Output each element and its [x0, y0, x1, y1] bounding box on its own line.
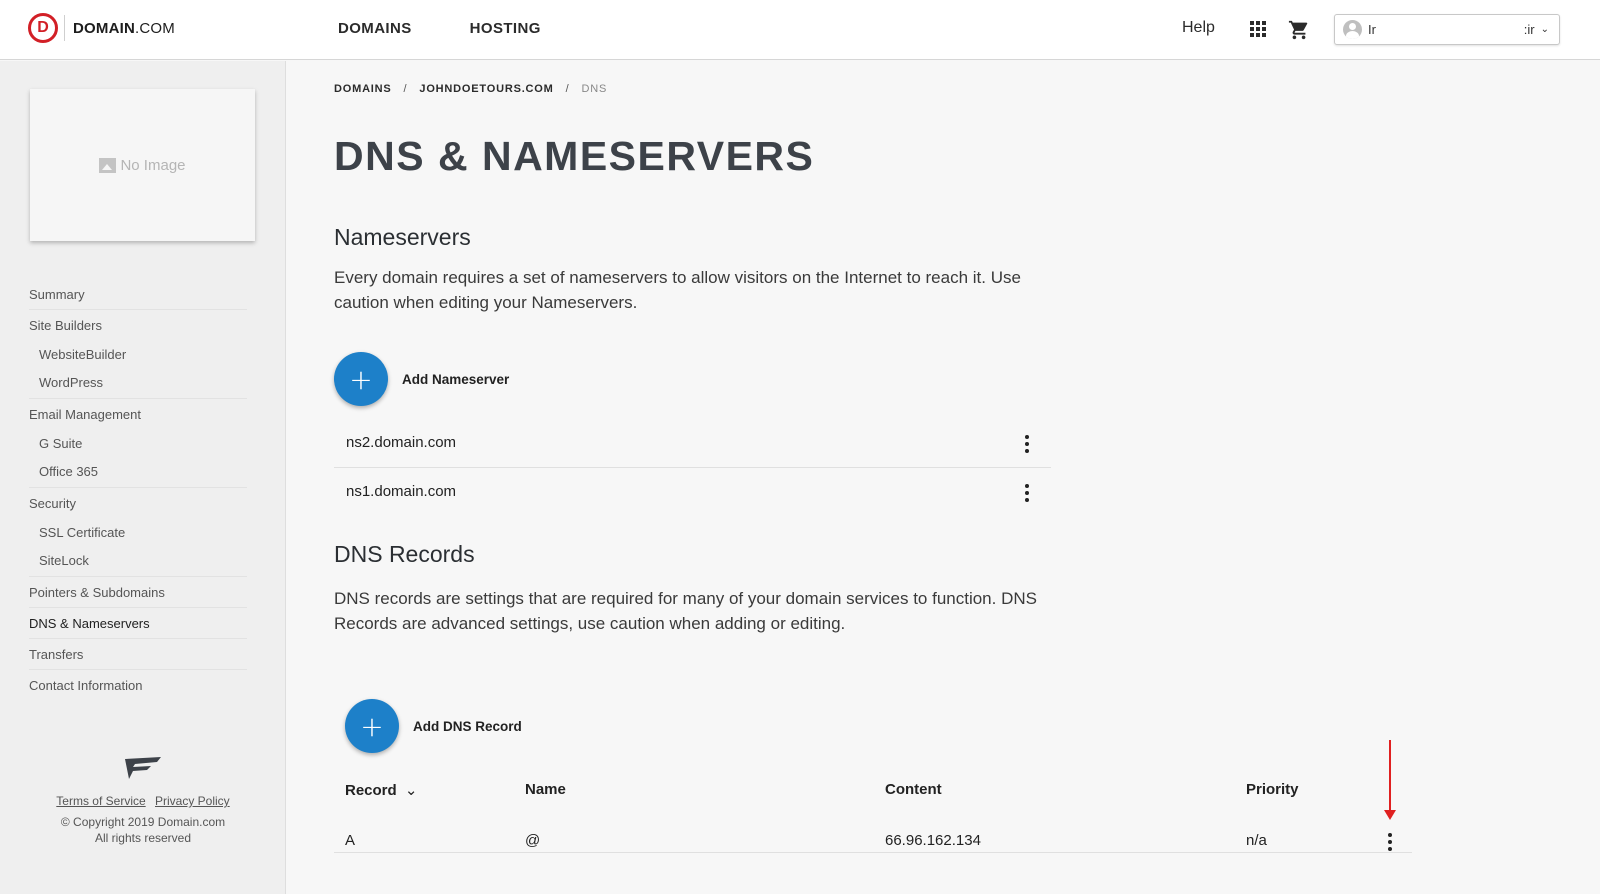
- rights-line: All rights reserved: [94, 831, 192, 845]
- logo-tld: .COM: [135, 19, 175, 37]
- column-header-record[interactable]: Record ⌄: [345, 781, 417, 799]
- account-name-suffix: :ir: [1523, 22, 1535, 37]
- dns-records-heading: DNS Records: [334, 541, 475, 567]
- add-dns-record-label: Add DNS Record: [413, 718, 522, 734]
- top-nav: DOMAINS HOSTING: [338, 20, 541, 37]
- domain-image-placeholder: No Image: [30, 89, 255, 241]
- nav-domains[interactable]: DOMAINS: [338, 20, 412, 37]
- logo-text: DOMAIN.COM: [73, 20, 175, 37]
- plus-icon: +: [334, 352, 388, 406]
- add-nameserver-button[interactable]: + Add Nameserver: [334, 352, 509, 406]
- sidebar-footer: Terms of Service Privacy Policy © Copyri…: [0, 755, 286, 846]
- add-dns-record-button[interactable]: + Add DNS Record: [345, 699, 522, 753]
- column-header-name: Name: [525, 781, 566, 798]
- help-link[interactable]: Help: [1182, 19, 1215, 37]
- sidebar-item-dns-nameservers[interactable]: DNS & Nameservers: [29, 608, 247, 639]
- logo-brand: DOMAIN: [73, 19, 136, 37]
- nameserver-row: ns1.domain.com: [334, 468, 1051, 517]
- breadcrumb: DOMAINS / JOHNDOETOURS.COM / DNS: [334, 83, 607, 95]
- logo-mark-icon: D: [28, 13, 58, 43]
- record-type: A: [345, 832, 356, 849]
- sort-chevron-icon: ⌄: [404, 782, 418, 799]
- nav-hosting[interactable]: HOSTING: [470, 20, 541, 37]
- sidebar-item-sitelock[interactable]: SiteLock: [29, 547, 247, 577]
- sidebar: No Image Summary Site Builders WebsiteBu…: [0, 61, 286, 894]
- plus-icon: +: [345, 699, 399, 753]
- sidebar-item-transfers[interactable]: Transfers: [29, 639, 247, 670]
- sidebar-item-wordpress[interactable]: WordPress: [29, 369, 247, 399]
- record-name: @: [525, 832, 541, 849]
- account-name: Ir: [1368, 22, 1376, 37]
- copyright-line: © Copyright 2019 Domain.com: [60, 815, 226, 829]
- avatar-icon: [1343, 20, 1362, 39]
- image-icon: [99, 157, 117, 173]
- domain-logo[interactable]: D DOMAIN.COM: [28, 13, 175, 43]
- more-options-icon[interactable]: [1024, 435, 1030, 453]
- privacy-link[interactable]: Privacy Policy: [155, 794, 230, 808]
- logo-divider: [64, 15, 65, 41]
- sidebar-item-security[interactable]: Security: [29, 488, 247, 519]
- breadcrumb-separator: /: [565, 83, 570, 95]
- sidebar-item-site-builders[interactable]: Site Builders: [29, 310, 247, 341]
- sidebar-item-ssl-certificate[interactable]: SSL Certificate: [29, 519, 247, 547]
- more-options-icon[interactable]: [1387, 833, 1393, 851]
- column-header-priority: Priority: [1246, 781, 1299, 798]
- add-nameserver-label: Add Nameserver: [402, 371, 510, 387]
- sidebar-item-websitebuilder[interactable]: WebsiteBuilder: [29, 341, 247, 369]
- apps-grid-icon[interactable]: [1250, 21, 1266, 37]
- breadcrumb-separator: /: [403, 83, 408, 95]
- sidebar-item-pointers-subdomains[interactable]: Pointers & Subdomains: [29, 577, 247, 608]
- cart-icon[interactable]: [1288, 19, 1310, 41]
- sidebar-nav: Summary Site Builders WebsiteBuilder Wor…: [29, 279, 247, 701]
- dns-records-description: DNS records are settings that are requir…: [334, 589, 1037, 633]
- record-priority: n/a: [1246, 832, 1267, 849]
- breadcrumb-domain-name[interactable]: JOHNDOETOURS.COM: [419, 83, 553, 95]
- sidebar-item-email-management[interactable]: Email Management: [29, 399, 247, 430]
- nameserver-value: ns2.domain.com: [346, 434, 457, 451]
- column-header-content: Content: [885, 781, 942, 798]
- sidebar-item-office-365[interactable]: Office 365: [29, 458, 247, 488]
- more-options-icon[interactable]: [1024, 484, 1030, 502]
- account-dropdown[interactable]: Ir :ir ⌄: [1334, 14, 1560, 45]
- sidebar-item-contact-information[interactable]: Contact Information: [29, 670, 247, 701]
- table-row: A @ 66.96.162.134 n/a: [334, 813, 1412, 853]
- column-header-record-label: Record: [345, 782, 397, 799]
- nameserver-value: ns1.domain.com: [346, 483, 457, 500]
- annotation-arrow-icon: [1384, 740, 1396, 820]
- nameserver-row: ns2.domain.com: [334, 419, 1051, 468]
- nameservers-description: Every domain requires a set of nameserve…: [334, 268, 1021, 312]
- sidebar-item-g-suite[interactable]: G Suite: [29, 430, 247, 458]
- page-title: DNS & NAMESERVERS: [334, 133, 815, 179]
- breadcrumb-domains[interactable]: DOMAINS: [334, 83, 392, 95]
- nameservers-heading: Nameservers: [334, 224, 471, 250]
- footer-links: Terms of Service Privacy Policy: [0, 794, 286, 808]
- breadcrumb-current: DNS: [581, 83, 608, 95]
- terms-link[interactable]: Terms of Service: [56, 794, 145, 808]
- copyright-text: © Copyright 2019 Domain.com All rights r…: [0, 814, 286, 846]
- top-header: D DOMAIN.COM DOMAINS HOSTING Help Ir :ir…: [0, 0, 1600, 60]
- sidebar-item-summary[interactable]: Summary: [29, 279, 247, 310]
- flag-logo-icon: [125, 757, 161, 779]
- no-image-label: No Image: [120, 156, 186, 174]
- chevron-down-icon: ⌄: [1540, 24, 1549, 35]
- record-content: 66.96.162.134: [885, 832, 981, 849]
